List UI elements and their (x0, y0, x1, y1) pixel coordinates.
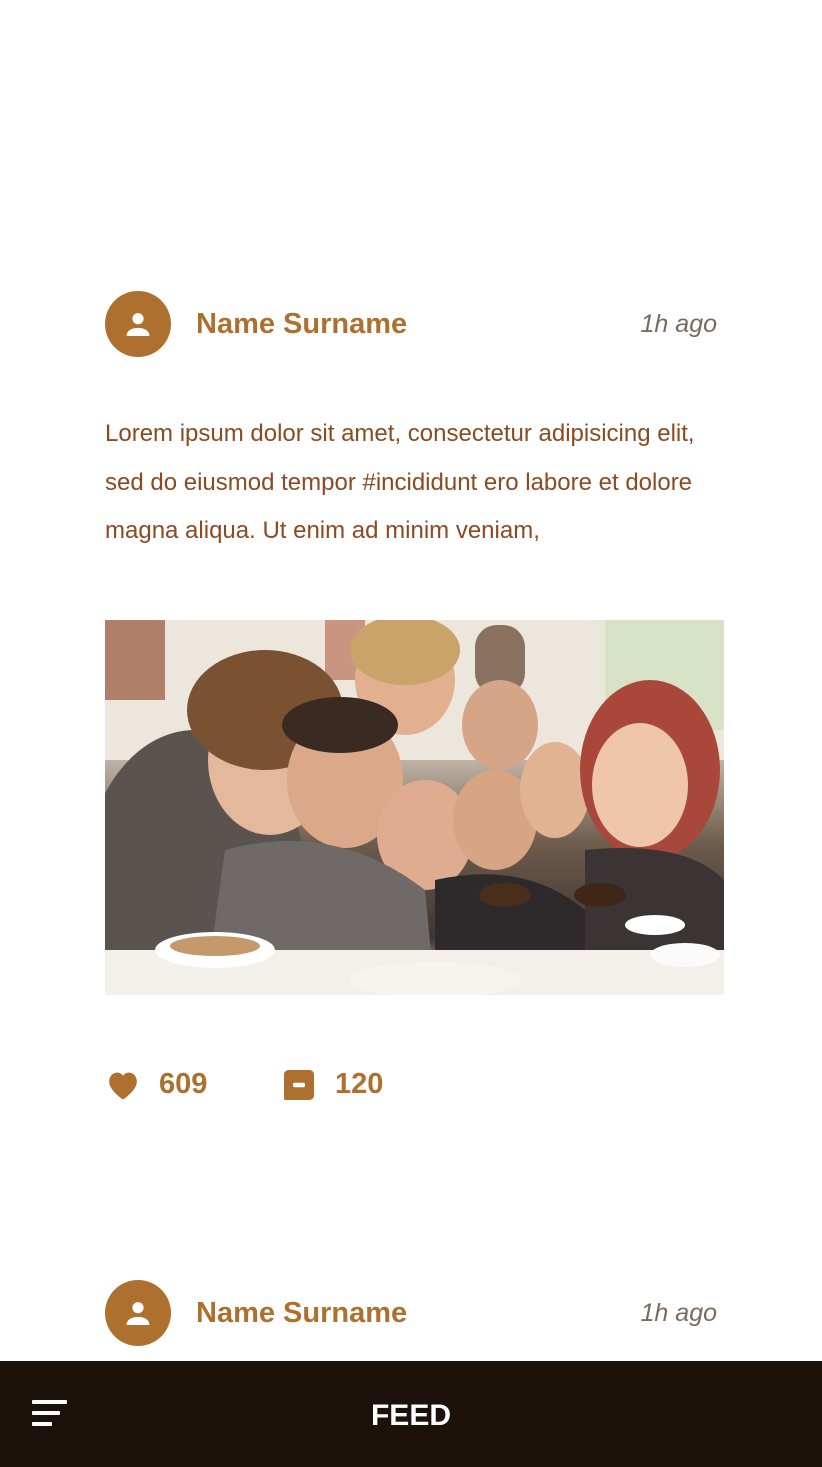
post-header: Name Surname 1h ago (105, 1280, 724, 1346)
photo-illustration (105, 619, 724, 995)
page-title: FEED (370, 1399, 451, 1432)
post-photo[interactable] (105, 619, 724, 995)
likes-count: 609 (159, 1068, 208, 1100)
author-name[interactable]: Name Surname (196, 307, 407, 341)
post-header: Name Surname 1h ago (105, 291, 724, 357)
user-icon (126, 1302, 150, 1325)
heart-icon (109, 1072, 137, 1100)
comment-icon (284, 1069, 314, 1100)
post-time: 1h ago (640, 310, 717, 338)
bottom-navigation-bar: FEED (0, 1361, 822, 1467)
author-name[interactable]: Name Surname (196, 1296, 407, 1330)
avatar[interactable] (105, 1280, 171, 1346)
comments-stat[interactable]: 120 (281, 1065, 383, 1105)
feed-post: Name Surname 1h ago (105, 1280, 724, 1346)
avatar[interactable] (105, 291, 171, 357)
user-icon (126, 313, 150, 336)
post-text: Lorem ipsum dolor sit amet, consectetur … (105, 420, 695, 544)
post-stats: 609 120 (105, 1065, 724, 1105)
post-time: 1h ago (640, 1299, 717, 1327)
comments-count: 120 (335, 1068, 384, 1100)
likes-stat[interactable]: 609 (105, 1065, 207, 1105)
feed-post: Name Surname 1h ago Lorem ipsum dolor si… (105, 291, 724, 1105)
